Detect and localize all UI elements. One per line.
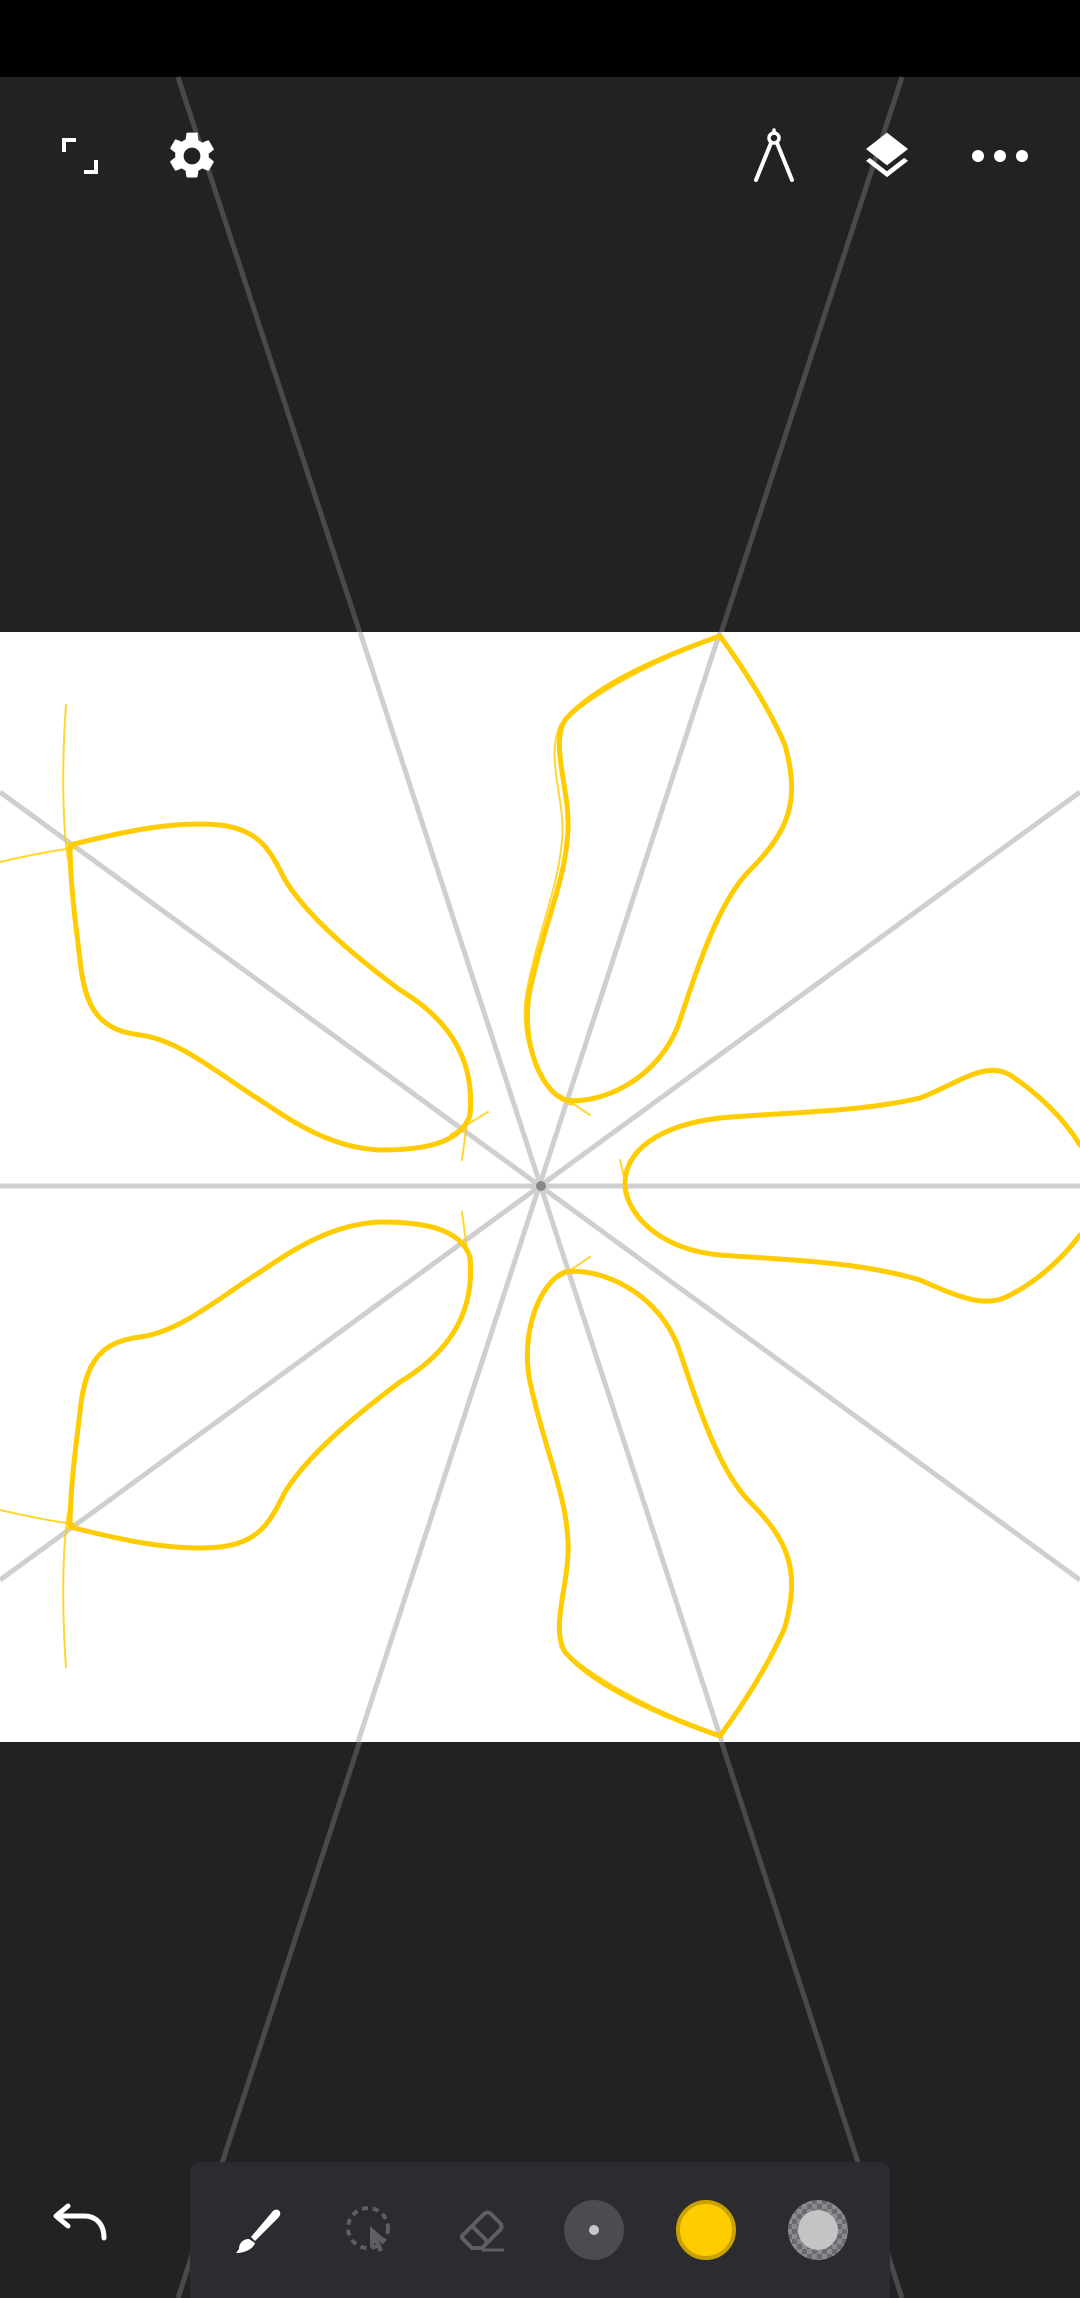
- compass-icon: [754, 128, 794, 182]
- gear-icon: [170, 132, 214, 178]
- status-bar: [0, 0, 1080, 77]
- eraser-icon: [460, 2210, 504, 2252]
- symmetry-center: [536, 1181, 546, 1191]
- fullscreen-button[interactable]: [32, 108, 128, 204]
- opacity-icon: [788, 2200, 848, 2260]
- undo-icon: [53, 2203, 107, 2241]
- petal-bottom: [524, 1256, 795, 1739]
- color-swatch-icon: [676, 2200, 736, 2260]
- undo-button[interactable]: [30, 2172, 130, 2272]
- eraser-tool-button[interactable]: [442, 2190, 522, 2270]
- drawing-canvas[interactable]: [0, 632, 1080, 1742]
- lasso-select-icon: [346, 2206, 390, 2252]
- layers-button[interactable]: [839, 108, 935, 204]
- layers-icon: [866, 132, 908, 178]
- symmetry-guides-button[interactable]: [726, 108, 822, 204]
- fullscreen-icon: [62, 138, 98, 174]
- settings-button[interactable]: [144, 108, 240, 204]
- more-horizontal-icon: [972, 150, 1028, 162]
- opacity-button[interactable]: [778, 2190, 858, 2270]
- petal-top: [523, 633, 795, 1116]
- brush-size-button[interactable]: [554, 2190, 634, 2270]
- brush-icon: [236, 2209, 281, 2253]
- app-root: [0, 0, 1080, 2298]
- bottom-toolbar: [190, 2162, 890, 2298]
- brush-size-icon: [564, 2200, 624, 2260]
- petal-lower-left: [0, 1211, 474, 1668]
- color-picker-button[interactable]: [666, 2190, 746, 2270]
- more-options-button[interactable]: [952, 108, 1048, 204]
- brush-tool-button[interactable]: [218, 2190, 298, 2270]
- lasso-select-tool-button[interactable]: [330, 2190, 410, 2270]
